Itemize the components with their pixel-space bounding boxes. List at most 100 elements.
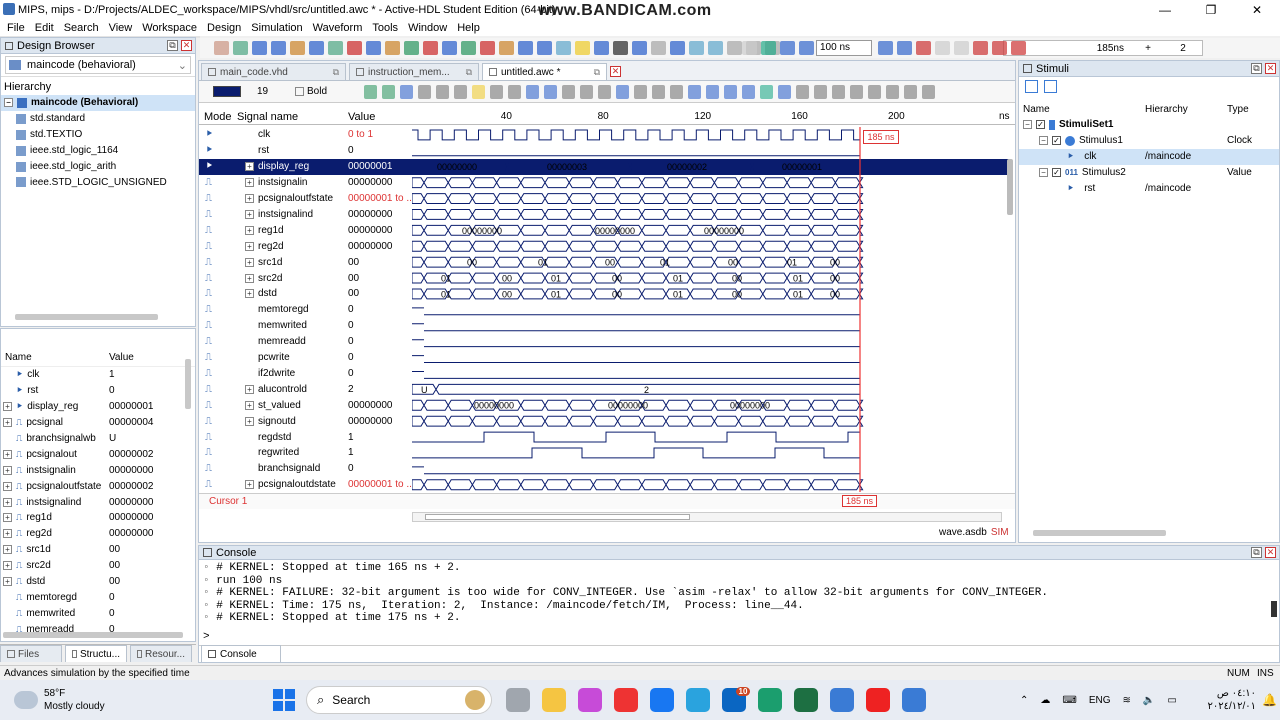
taskbar-app-icon[interactable]	[542, 688, 566, 712]
run-for-input[interactable]: 100 ns	[816, 40, 872, 56]
waveform-canvas[interactable]: 00000000 00000003 00000002 0000000100000000…	[412, 127, 1002, 492]
keyboard-icon[interactable]: ⌨	[1062, 695, 1076, 706]
object-row[interactable]: ⎍ memtoregd 0	[1, 589, 195, 605]
object-row[interactable]: + ⎍ reg2d 00000000	[1, 526, 195, 542]
taskbar-app-icon[interactable]	[866, 688, 890, 712]
sim-control-icon[interactable]	[935, 41, 950, 55]
toolbar-icon[interactable]	[252, 41, 267, 55]
expand-icon[interactable]: +	[3, 513, 12, 523]
waveform-tool-icon[interactable]	[471, 84, 485, 99]
expand-icon[interactable]: +	[245, 209, 254, 219]
float-icon[interactable]: ⧉	[167, 40, 178, 51]
waveform-tool-icon[interactable]	[615, 84, 629, 99]
menu-waveform[interactable]: Waveform	[313, 22, 363, 34]
toolbar-icon[interactable]	[689, 41, 704, 55]
checkbox-icon[interactable]: ✓	[1052, 168, 1061, 178]
taskbar-app-icon[interactable]	[578, 688, 602, 712]
waveform-tool-icon[interactable]	[669, 84, 683, 99]
maximize-button[interactable]: ❐	[1188, 0, 1234, 20]
toolbar-icon[interactable]	[290, 41, 305, 55]
run-control-icon[interactable]	[742, 41, 757, 55]
waveform-tool-icon[interactable]	[507, 84, 521, 99]
toolbar-icon[interactable]	[651, 41, 666, 55]
chevron-up-icon[interactable]: ⌃	[1020, 695, 1028, 706]
toolbar-icon[interactable]	[328, 41, 343, 55]
waveform-tool-icon[interactable]	[597, 84, 611, 99]
toolbar-icon[interactable]	[404, 41, 419, 55]
menu-simulation[interactable]: Simulation	[251, 22, 302, 34]
waveform-tool-icon[interactable]	[921, 84, 935, 99]
expand-icon[interactable]: +	[3, 465, 12, 475]
sim-control-icon[interactable]	[954, 41, 969, 55]
expand-icon[interactable]: +	[3, 497, 12, 507]
waveform-tool-icon[interactable]	[651, 84, 665, 99]
object-row[interactable]: ⯈ rst 0	[1, 383, 195, 399]
horizontal-scrollbar[interactable]	[3, 632, 183, 638]
object-row[interactable]: + ⎍ pcsignal 00000004	[1, 415, 195, 431]
left-tab[interactable]: Structu...	[65, 645, 127, 662]
expand-icon[interactable]: +	[245, 289, 254, 299]
object-row[interactable]: + ⎍ src2d 00	[1, 558, 195, 574]
waveform-tool-icon[interactable]	[417, 84, 431, 99]
waveform-tool-icon[interactable]	[903, 84, 917, 99]
stimulus-row[interactable]: ⯈ rst/maincode	[1019, 181, 1279, 197]
float-icon[interactable]: ⧉	[594, 67, 600, 78]
taskbar-app-icon[interactable]	[758, 688, 782, 712]
taskbar-app-icon[interactable]	[794, 688, 818, 712]
console-vscroll[interactable]	[1271, 601, 1277, 617]
waveform-tool-icon[interactable]	[453, 84, 467, 99]
expand-icon[interactable]: +	[245, 241, 254, 251]
stim-type-header[interactable]: Type	[1227, 104, 1249, 115]
col-name-header[interactable]: Name	[1, 352, 109, 363]
expand-icon[interactable]: +	[245, 162, 254, 172]
col-value-header[interactable]: Value	[109, 352, 134, 363]
toolbar-icon[interactable]	[233, 41, 248, 55]
horizontal-scrollbar[interactable]	[1033, 530, 1166, 536]
cursor-time-flag[interactable]: 185 ns	[863, 130, 899, 144]
stim-hierarchy-header[interactable]: Hierarchy	[1145, 104, 1227, 115]
menu-window[interactable]: Window	[408, 22, 447, 34]
stimulus-row[interactable]: − ✓ 011 Stimulus2 Value	[1019, 165, 1279, 181]
waveform-tool-icon[interactable]	[363, 84, 377, 99]
sim-control-icon[interactable]	[897, 41, 912, 55]
windows-start-icon[interactable]	[273, 689, 295, 711]
collapse-icon[interactable]: −	[1023, 120, 1032, 130]
waveform-tool-icon[interactable]	[579, 84, 593, 99]
expand-icon[interactable]: +	[3, 402, 12, 412]
left-tab[interactable]: Resour...	[130, 645, 192, 662]
stimulus-row[interactable]: − ✓ Stimulus1 Clock	[1019, 133, 1279, 149]
float-icon[interactable]: ⧉	[466, 67, 472, 78]
editor-tab[interactable]: main_code.vhd ⧉	[201, 63, 346, 80]
waveform-tool-icon[interactable]	[525, 84, 539, 99]
waveform-tool-icon[interactable]	[705, 84, 719, 99]
object-row[interactable]: + ⎍ dstd 00	[1, 574, 195, 590]
horizontal-scrollbar[interactable]	[15, 314, 158, 320]
cloud-icon[interactable]: ☁	[1040, 695, 1050, 706]
run-control-icon[interactable]	[780, 41, 795, 55]
close-icon[interactable]: ✕	[610, 66, 621, 77]
refresh-stimulus-icon[interactable]	[1044, 79, 1057, 93]
expand-icon[interactable]: +	[3, 545, 12, 555]
toolbar-icon[interactable]	[537, 41, 552, 55]
close-icon[interactable]: ✕	[181, 40, 192, 51]
menu-help[interactable]: Help	[457, 22, 480, 34]
taskbar-app-icon[interactable]	[686, 688, 710, 712]
waveform-tool-icon[interactable]	[885, 84, 899, 99]
hierarchy-item[interactable]: std.TEXTIO	[1, 127, 195, 143]
object-row[interactable]: + ⎍ pcsignalout 00000002	[1, 446, 195, 462]
waveform-hscroll[interactable]	[412, 512, 1002, 522]
collapse-icon[interactable]: −	[4, 98, 13, 108]
expand-icon[interactable]: +	[3, 529, 12, 539]
menu-file[interactable]: File	[7, 22, 25, 34]
sim-control-icon[interactable]	[916, 41, 931, 55]
toolbar-icon[interactable]	[708, 41, 723, 55]
waveform-tool-icon[interactable]	[831, 84, 845, 99]
left-tab[interactable]: Files	[0, 645, 62, 662]
sim-control-icon[interactable]	[973, 41, 988, 55]
battery-icon[interactable]: ▭	[1167, 695, 1176, 706]
taskbar-app-icon[interactable]	[650, 688, 674, 712]
expand-icon[interactable]: +	[245, 480, 254, 490]
hierarchy-item[interactable]: − maincode (Behavioral)	[1, 95, 195, 111]
object-row[interactable]: ⎍ branchsignalwb U	[1, 431, 195, 447]
toolbar-icon[interactable]	[309, 41, 324, 55]
